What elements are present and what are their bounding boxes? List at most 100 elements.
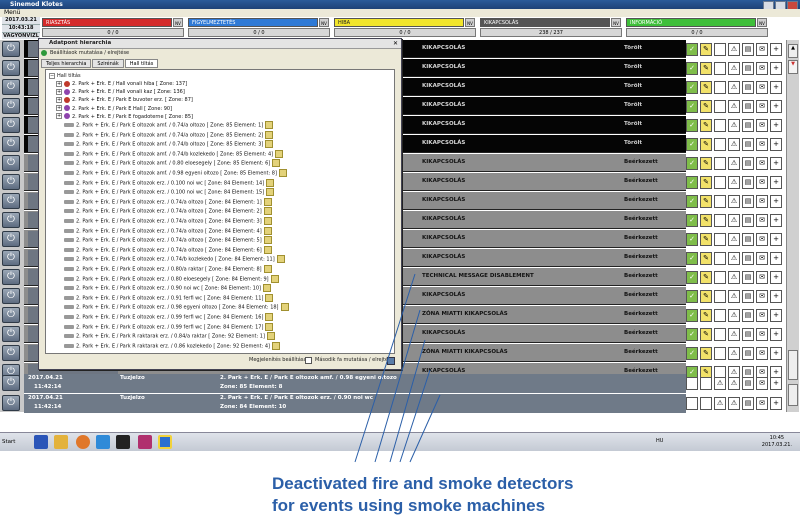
tree-element-node[interactable]: 2. Park + Erk. E / Park E oltozok erz. /…: [64, 178, 275, 188]
blank-icon[interactable]: [714, 42, 726, 56]
note-icon[interactable]: ✎: [700, 137, 712, 151]
note-icon[interactable]: ✎: [700, 251, 712, 265]
add-icon[interactable]: +: [770, 118, 782, 132]
add-icon[interactable]: +: [770, 251, 782, 265]
add-icon[interactable]: +: [770, 80, 782, 94]
add-icon[interactable]: +: [770, 327, 782, 341]
blank-icon[interactable]: [714, 156, 726, 170]
firefox-app-icon[interactable]: [76, 435, 90, 449]
message-icon[interactable]: ✉: [756, 99, 768, 113]
folder-app-icon[interactable]: [54, 435, 68, 449]
scroll-up-button[interactable]: ▲: [788, 44, 798, 58]
add-icon[interactable]: +: [770, 42, 782, 56]
warning-icon[interactable]: ⚠: [728, 251, 740, 265]
warning-icon[interactable]: ⚠: [728, 327, 740, 341]
tree-root[interactable]: − Hall tiltás: [49, 72, 81, 80]
acknowledge-icon[interactable]: ✓: [686, 213, 698, 227]
tree-element-node[interactable]: 2. Park + Erk. E / Park E oltozok amf. /…: [64, 159, 281, 168]
blank-icon[interactable]: [714, 327, 726, 341]
disable-tag-icon[interactable]: [280, 303, 289, 312]
message-icon[interactable]: ✉: [756, 308, 768, 322]
warning-icon[interactable]: ⚠: [728, 156, 740, 170]
expand-icon[interactable]: +: [56, 113, 62, 120]
message-icon[interactable]: ✉: [756, 80, 768, 94]
warning-icon[interactable]: ⚠: [714, 396, 726, 410]
disable-tag-icon[interactable]: [272, 159, 281, 168]
acknowledge-icon[interactable]: ✓: [686, 346, 698, 360]
hierarchy-tree[interactable]: − Hall tiltás +2. Park + Erk. E / Hall vo…: [45, 69, 395, 354]
warning-icon[interactable]: ⚠: [728, 61, 740, 75]
add-icon[interactable]: +: [770, 194, 782, 208]
warning-icon[interactable]: ⚠: [728, 270, 740, 284]
nv-toggle[interactable]: NV: [757, 18, 767, 27]
warning-icon[interactable]: ⚠: [728, 80, 740, 94]
filter-icon[interactable]: ▼: [788, 60, 798, 74]
tree-element-node[interactable]: 2. Park + Erk. E / Park E oltozok erz. /…: [64, 217, 272, 226]
tab-sirens[interactable]: Szirénák: [92, 59, 124, 68]
mode-toggle[interactable]: [788, 384, 798, 406]
detail-icon[interactable]: ▤: [742, 175, 754, 189]
blank-icon[interactable]: [686, 396, 698, 410]
disable-tag-icon[interactable]: [265, 313, 274, 321]
disable-tag-icon[interactable]: [276, 255, 285, 264]
disable-tag-icon[interactable]: [263, 197, 272, 206]
message-icon[interactable]: ✉: [756, 327, 768, 341]
acknowledge-icon[interactable]: ✓: [686, 156, 698, 170]
acknowledge-icon[interactable]: ✓: [686, 232, 698, 246]
note-icon[interactable]: ✎: [700, 61, 712, 75]
message-icon[interactable]: ✉: [756, 213, 768, 227]
online-toggle[interactable]: [788, 350, 798, 380]
acknowledge-icon[interactable]: ✓: [686, 118, 698, 132]
dialog-close-icon[interactable]: ✕: [393, 40, 398, 47]
tree-root-label[interactable]: Hall tiltás: [57, 73, 81, 79]
add-icon[interactable]: +: [770, 396, 782, 410]
detail-icon[interactable]: ▤: [742, 156, 754, 170]
tree-element-node[interactable]: 2. Park + Erk. E / Park E oltozok erz. /…: [64, 274, 279, 284]
tree-element-node[interactable]: 2. Park + Erk. E / Park E oltozok erz. /…: [64, 226, 272, 236]
power-icon[interactable]: ⏻: [2, 269, 20, 285]
sinemod-app-icon[interactable]: [158, 435, 172, 449]
disable-tag-icon[interactable]: [275, 149, 284, 158]
add-icon[interactable]: +: [770, 308, 782, 322]
detail-icon[interactable]: ▤: [742, 213, 754, 227]
power-icon[interactable]: ⏻: [2, 60, 20, 76]
blank-icon[interactable]: [714, 118, 726, 132]
warning-icon[interactable]: ⚠: [728, 194, 740, 208]
settings-toggle[interactable]: Beállítások mutatása / elrejtése: [41, 49, 397, 57]
detail-icon[interactable]: ▤: [742, 396, 754, 410]
warning-icon[interactable]: ⚠: [728, 346, 740, 360]
warning-icon[interactable]: ⚠: [728, 308, 740, 322]
right-scrollbar[interactable]: ▲ ▼: [786, 40, 799, 412]
blank-icon[interactable]: [714, 61, 726, 75]
acknowledge-icon[interactable]: ✓: [686, 61, 698, 75]
warning-icon[interactable]: ⚠: [728, 175, 740, 189]
display-settings-checkbox[interactable]: [305, 357, 312, 364]
disable-tag-icon[interactable]: [266, 332, 275, 341]
note-icon[interactable]: ✎: [700, 80, 712, 94]
power-icon[interactable]: ⏻: [2, 231, 20, 247]
detail-icon[interactable]: ▤: [742, 308, 754, 322]
blank-icon[interactable]: [714, 289, 726, 303]
message-icon[interactable]: ✉: [756, 175, 768, 189]
disable-tag-icon[interactable]: [262, 284, 271, 293]
tree-element-node[interactable]: 2. Park + Erk. E / Park E oltozok amf. /…: [64, 130, 274, 140]
category-1[interactable]: FIGYELMEZTETÉS: [188, 18, 318, 27]
warning-icon[interactable]: ⚠: [728, 213, 740, 227]
blank-icon[interactable]: [714, 213, 726, 227]
power-icon[interactable]: ⏻: [2, 345, 20, 361]
tree-element-node[interactable]: 2. Park + Erk. E / Park E oltozok amf. /…: [64, 140, 274, 149]
note-icon[interactable]: ✎: [700, 308, 712, 322]
tree-element-node[interactable]: 2. Park + Erk. E / Park E oltozok amf. /…: [64, 149, 284, 159]
disable-tag-icon[interactable]: [263, 217, 272, 225]
message-icon[interactable]: ✉: [756, 251, 768, 265]
message-icon[interactable]: ✉: [756, 42, 768, 56]
detail-icon[interactable]: ▤: [742, 80, 754, 94]
tree-element-node[interactable]: 2. Park + Erk. E / Park E oltozok erz. /…: [64, 322, 274, 332]
add-icon[interactable]: +: [770, 376, 782, 390]
acknowledge-icon[interactable]: ✓: [686, 308, 698, 322]
tree-element-node[interactable]: 2. Park + Erk. E / Park R raktarak erz. …: [64, 341, 280, 351]
blank-icon[interactable]: [714, 80, 726, 94]
disable-tag-icon[interactable]: [271, 341, 280, 350]
note-icon[interactable]: ✎: [700, 156, 712, 170]
add-icon[interactable]: +: [770, 175, 782, 189]
